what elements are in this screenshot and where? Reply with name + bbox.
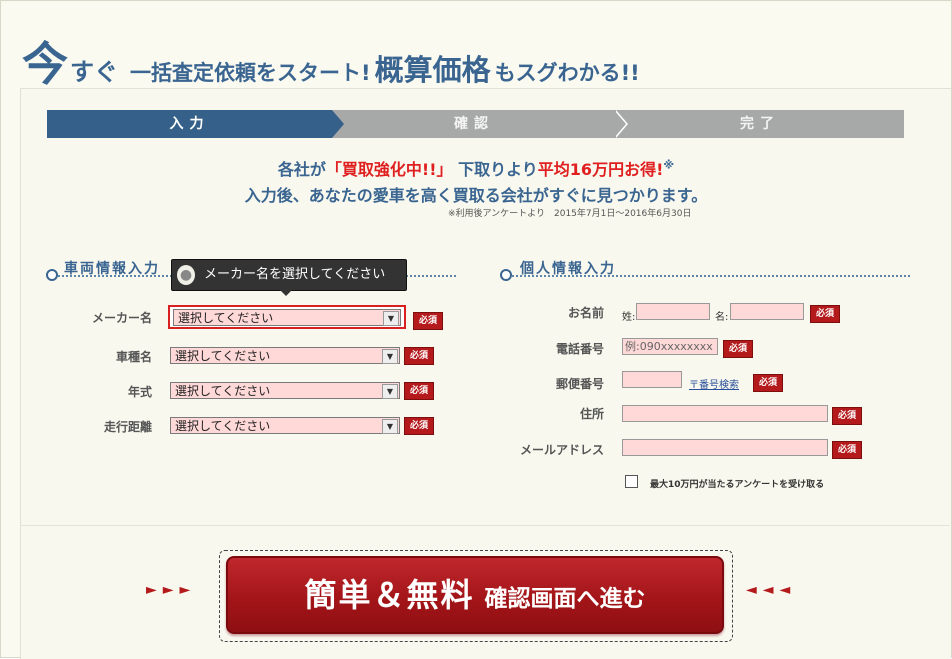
- vehicle-section-dot: [46, 269, 58, 281]
- zip-input[interactable]: [622, 371, 682, 388]
- maker-required-badge: 必須: [413, 312, 444, 330]
- year-label: 年式: [127, 385, 152, 399]
- email-label: メールアドレス: [519, 443, 604, 457]
- model-required-badge: 必須: [404, 347, 435, 365]
- survey-label: 最大10万円が当たるアンケートを受け取る: [650, 480, 825, 490]
- tooltip-text: メーカー名を選択してください: [204, 267, 386, 282]
- address-label: 住所: [579, 407, 604, 421]
- zip-required-badge: 必須: [753, 374, 784, 392]
- header-tail: もスグわかる!!: [494, 61, 640, 85]
- first-name-input[interactable]: [730, 303, 804, 320]
- header-sugu: すぐ: [70, 58, 118, 86]
- step-input: 入力: [47, 110, 332, 138]
- cta-sub-text: 確認画面へ進む: [484, 586, 646, 612]
- promo-line-1: 各社が「買取強化中!!」 下取りより平均16万円お得!※: [277, 158, 675, 179]
- zip-search-link[interactable]: 〒番号検索: [689, 376, 739, 391]
- chevron-down-icon: ▼: [383, 311, 399, 326]
- header-mid: 一括査定依頼をスタート!: [130, 61, 371, 85]
- mei-label: 名:: [715, 312, 729, 323]
- lightbulb-icon: ●: [177, 265, 195, 285]
- phone-input[interactable]: 例:090xxxxxxxx: [622, 338, 718, 355]
- model-label: 車種名: [115, 350, 152, 364]
- right-arrows: ◄◄◄: [746, 582, 797, 598]
- chevron-down-icon: ▼: [382, 349, 398, 364]
- promo-line-2: 入力後、あなたの愛車を高く買取る会社がすぐに見つかります。: [244, 186, 708, 205]
- email-required-badge: 必須: [832, 441, 863, 459]
- confirm-button[interactable]: 簡単＆無料 確認画面へ進む: [226, 556, 724, 634]
- survey-checkbox[interactable]: [625, 475, 638, 488]
- section-divider: [21, 525, 950, 526]
- maker-tooltip: ● メーカー名を選択してください: [171, 259, 407, 296]
- phone-required-badge: 必須: [723, 340, 754, 358]
- cta-main-text: 簡単＆無料: [304, 576, 475, 614]
- address-input[interactable]: [622, 405, 828, 422]
- chevron-down-icon: ▼: [382, 384, 398, 399]
- email-input[interactable]: [622, 439, 828, 456]
- personal-section-title: 個人情報入力: [520, 261, 616, 277]
- step-confirm: 確認: [332, 110, 616, 138]
- maker-label: メーカー名: [91, 311, 152, 325]
- personal-section-dot: [500, 269, 512, 281]
- name-label: お名前: [567, 306, 604, 320]
- year-select[interactable]: 選択してください ▼: [170, 382, 400, 399]
- address-required-badge: 必須: [832, 407, 863, 425]
- model-select[interactable]: 選択してください ▼: [170, 347, 400, 364]
- mileage-label: 走行距離: [103, 420, 152, 434]
- mileage-select[interactable]: 選択してください ▼: [170, 417, 400, 434]
- zip-label: 郵便番号: [555, 377, 604, 391]
- maker-select-highlight: 選択してください ▼: [168, 305, 406, 329]
- header-big: 概算価格: [374, 53, 491, 87]
- step-complete: 完了: [616, 110, 904, 138]
- year-required-badge: 必須: [404, 382, 435, 400]
- sei-label: 姓:: [622, 312, 636, 323]
- mileage-required-badge: 必須: [404, 417, 435, 435]
- vehicle-section-title: 車両情報入力: [64, 261, 160, 277]
- step-arrow-2: [614, 110, 626, 138]
- header-ima: 今: [22, 37, 68, 91]
- progress-steps: 入力 確認 完了: [47, 110, 904, 138]
- left-arrows: ►►►: [146, 582, 197, 598]
- step-arrow-1: [332, 110, 344, 138]
- phone-label: 電話番号: [555, 342, 604, 356]
- promo-note: ※利用後アンケートより 2015年7月1日〜2016年6月30日: [448, 209, 692, 219]
- page-header: 今すぐ 一括査定依頼をスタート! 概算価格 もスグわかる!!: [22, 28, 640, 91]
- chevron-down-icon: ▼: [382, 419, 398, 434]
- last-name-input[interactable]: [636, 303, 710, 320]
- tooltip-arrow: [280, 290, 292, 296]
- maker-select[interactable]: 選択してください ▼: [173, 309, 401, 326]
- name-required-badge: 必須: [810, 305, 841, 323]
